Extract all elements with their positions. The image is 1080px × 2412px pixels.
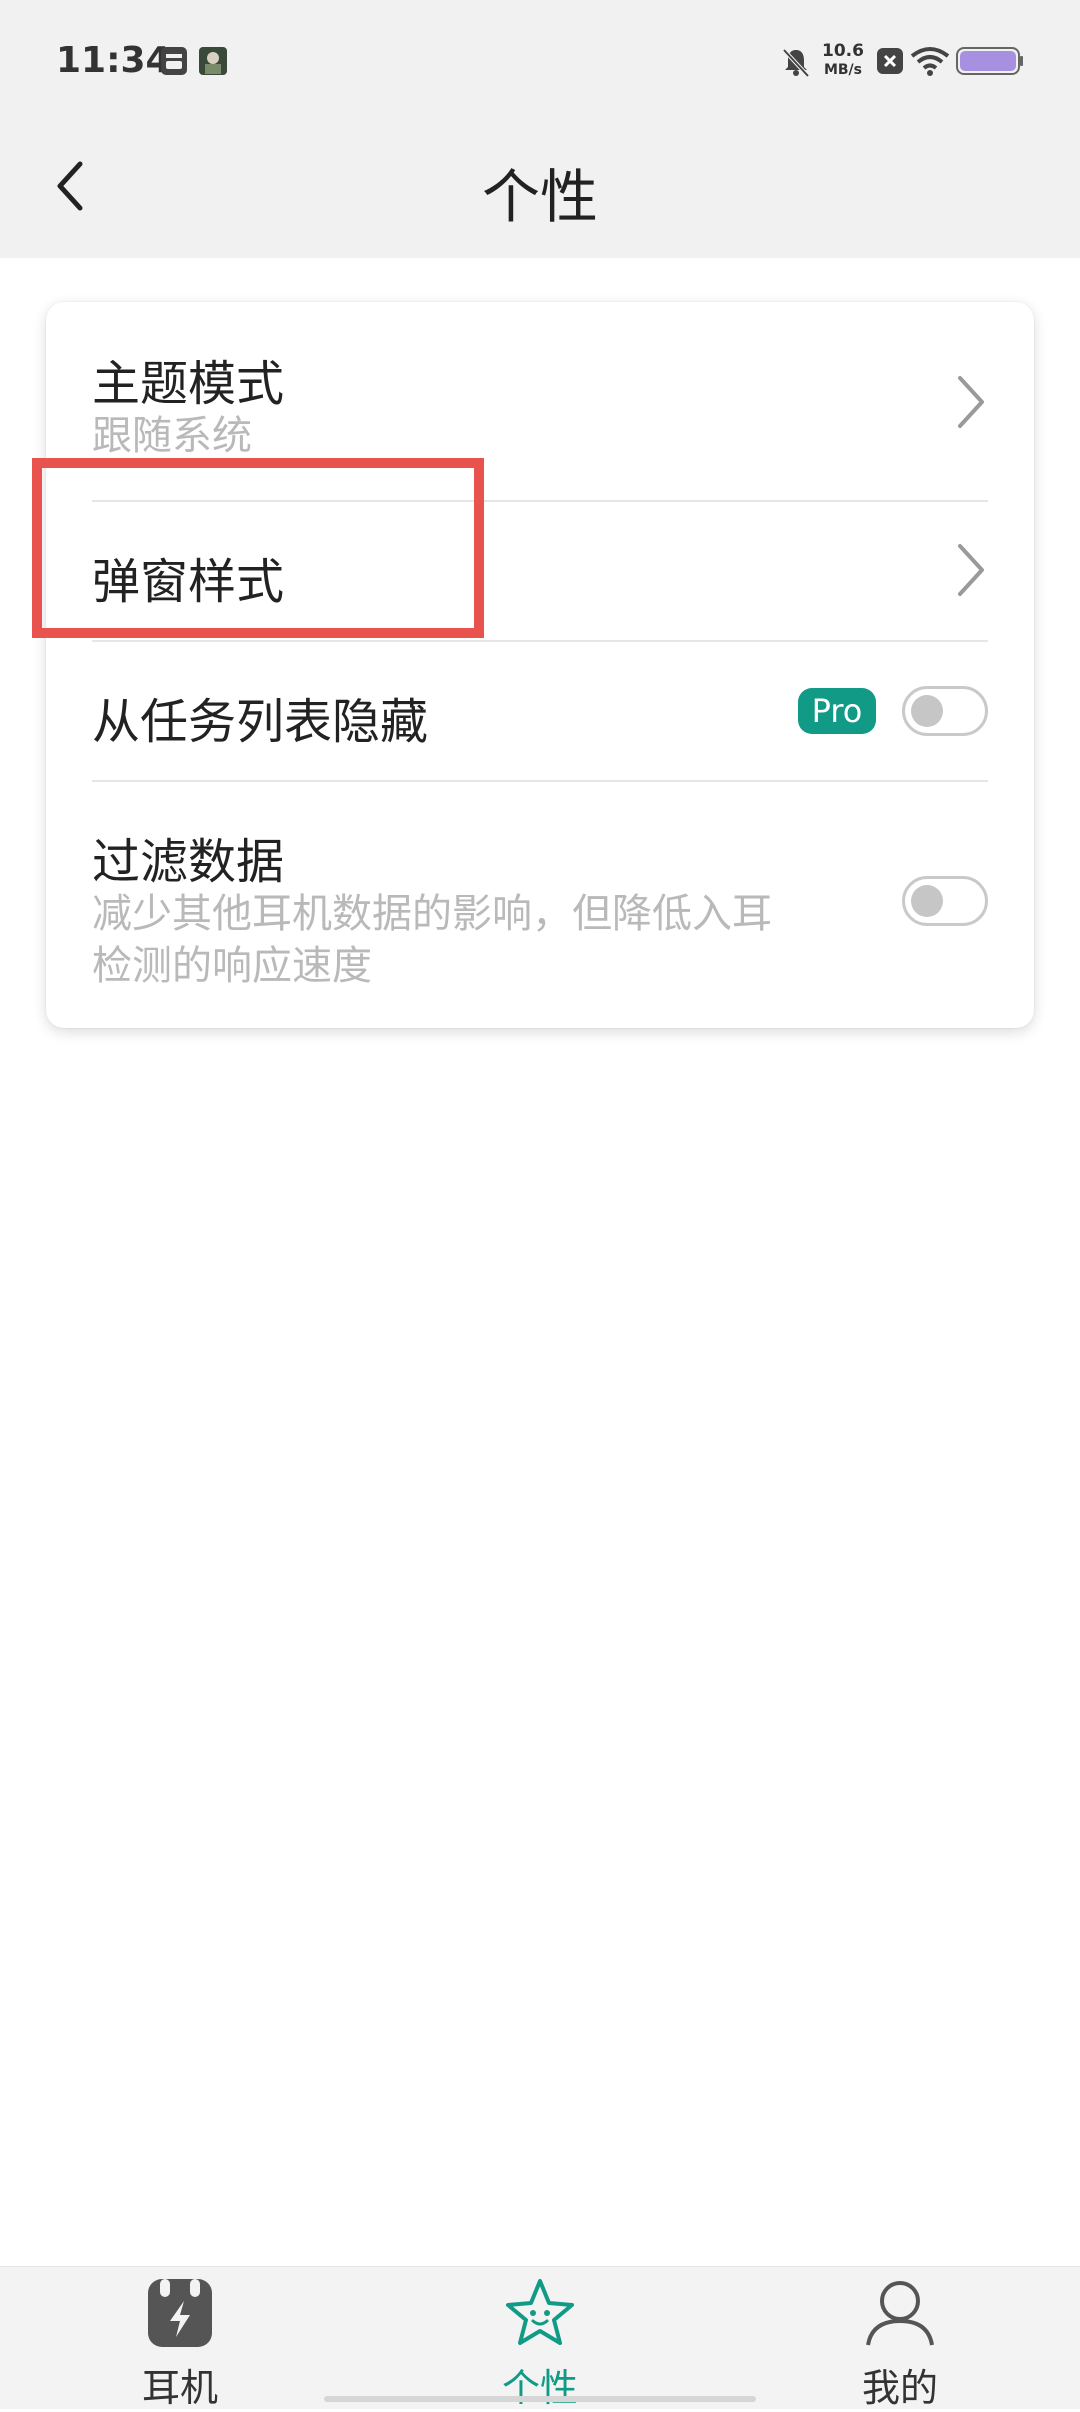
app-bar: 个性 — [0, 126, 1080, 258]
mute-bell-icon — [780, 46, 812, 82]
hide-from-recents-row: 从任务列表隐藏 Pro — [46, 642, 1034, 780]
net-speed-value: 10.6 — [822, 41, 864, 61]
nav-label-personalize: 个性 — [501, 2366, 578, 2410]
home-indicator[interactable] — [324, 2396, 756, 2402]
theme-mode-value: 跟随系统 — [92, 413, 252, 459]
chevron-right-icon — [958, 544, 984, 596]
filter-data-row: 过滤数据 减少其他耳机数据的影响，但降低入耳 检测的响应速度 — [46, 782, 1034, 1028]
hide-from-recents-title: 从任务列表隐藏 — [92, 694, 429, 750]
toggle-knob — [911, 885, 943, 917]
nav-label-mine: 我的 — [861, 2366, 938, 2410]
earbuds-icon — [148, 2279, 212, 2347]
status-time: 11:34 — [56, 40, 171, 81]
highlight-box — [32, 458, 484, 638]
wifi-icon — [910, 46, 950, 80]
person-icon — [866, 2281, 934, 2346]
page-title: 个性 — [481, 163, 598, 231]
toggle-knob — [911, 695, 943, 727]
net-speed-unit: MB/s — [823, 62, 862, 78]
settings-card: 主题模式 跟随系统 弹窗样式 从任务列表隐藏 Pro 过滤数据 减少其他耳机数据… — [46, 302, 1034, 1028]
nav-item-mine[interactable]: 我的 — [800, 2267, 1000, 2410]
close-box-icon — [876, 46, 904, 80]
bottom-nav: 耳机 个性 我的 — [0, 2266, 1080, 2410]
nav-item-earbuds[interactable]: 耳机 — [80, 2267, 280, 2410]
chevron-right-icon — [958, 376, 984, 428]
status-bar: 11:34 10.6 MB/s — [0, 0, 1080, 126]
app-thumbnail-icon — [198, 46, 228, 80]
sim-card-icon — [160, 46, 188, 80]
hide-from-recents-toggle[interactable] — [902, 686, 988, 736]
nav-item-personalize[interactable]: 个性 — [440, 2267, 640, 2410]
net-speed: 10.6 MB/s — [822, 42, 864, 80]
star-face-icon — [506, 2279, 574, 2345]
pro-badge: Pro — [798, 688, 876, 734]
filter-data-toggle[interactable] — [902, 876, 988, 926]
theme-mode-title: 主题模式 — [92, 356, 285, 412]
battery-icon — [956, 46, 1024, 80]
filter-data-description-line1: 减少其他耳机数据的影响，但降低入耳 — [92, 891, 772, 937]
filter-data-description-line2: 检测的响应速度 — [92, 943, 372, 989]
nav-label-earbuds: 耳机 — [141, 2366, 218, 2410]
filter-data-title: 过滤数据 — [92, 834, 285, 890]
